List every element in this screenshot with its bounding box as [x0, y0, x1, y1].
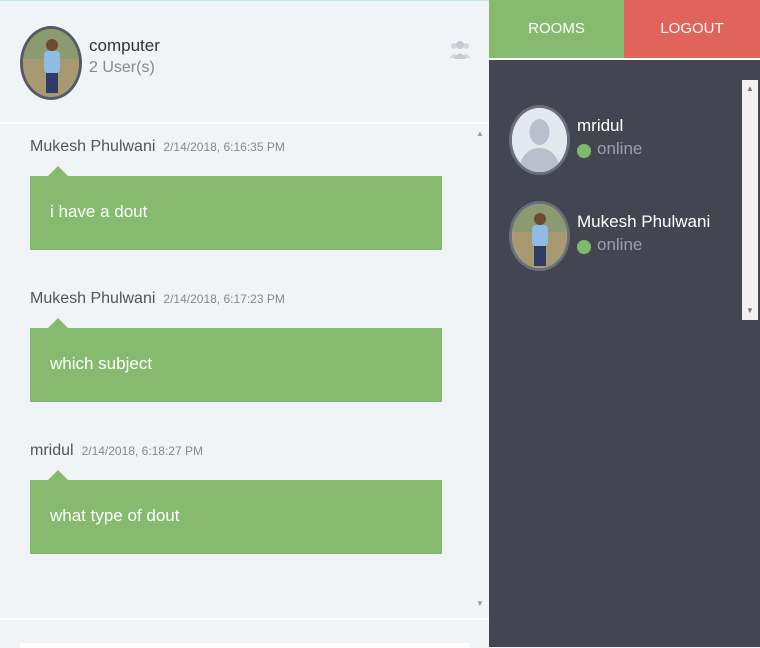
room-avatar: [20, 26, 82, 100]
user-status: online: [597, 139, 643, 158]
message-timestamp: 2/14/2018, 6:16:35 PM: [163, 140, 285, 154]
user-status: online: [597, 235, 643, 254]
message-timestamp: 2/14/2018, 6:17:23 PM: [163, 292, 285, 306]
scroll-down-arrow-icon[interactable]: ▼: [746, 306, 754, 315]
message-author: Mukesh Phulwani: [30, 138, 156, 155]
chat-panel: computer 2 User(s) ▲ Mukesh Phulwani 2/14…: [0, 0, 489, 648]
message-item: Mukesh Phulwani 2/14/2018, 6:17:23 PM whi…: [30, 290, 442, 402]
rooms-button[interactable]: ROOMS: [489, 0, 624, 58]
online-status-icon: [577, 240, 591, 254]
user-avatar: [509, 201, 570, 271]
default-avatar-icon: [509, 105, 570, 175]
user-list-scrollbar[interactable]: ▲ ▼: [742, 80, 758, 320]
message-bubble: what type of dout: [30, 470, 442, 554]
message-author: mridul: [30, 442, 74, 459]
room-name: computer: [89, 36, 160, 55]
scroll-up-arrow-icon[interactable]: ▲: [746, 84, 754, 93]
message-timestamp: 2/14/2018, 6:18:27 PM: [81, 444, 203, 458]
logout-button[interactable]: LOGOUT: [624, 0, 760, 58]
online-user-list[interactable]: mridul online Mukesh Phulwani online ▲ ▼: [489, 80, 760, 320]
group-users-icon[interactable]: [449, 38, 471, 60]
divider: [489, 58, 760, 60]
message-item: mridul 2/14/2018, 6:18:27 PM what type of…: [30, 442, 442, 554]
user-item[interactable]: mridul online: [509, 105, 734, 175]
message-list[interactable]: ▲ Mukesh Phulwani 2/14/2018, 6:16:35 PM i…: [0, 124, 489, 620]
online-status-icon: [577, 144, 591, 158]
user-name: Mukesh Phulwani: [577, 212, 711, 231]
user-item[interactable]: Mukesh Phulwani online: [509, 201, 734, 271]
message-bubble: which subject: [30, 318, 442, 402]
message-item: Mukesh Phulwani 2/14/2018, 6:16:35 PM i h…: [30, 138, 442, 250]
scroll-up-arrow-icon[interactable]: ▲: [476, 129, 484, 138]
message-input[interactable]: [20, 643, 469, 648]
user-name: mridul: [577, 116, 624, 135]
room-header: computer 2 User(s): [0, 1, 489, 124]
message-bubble: i have a dout: [30, 166, 442, 250]
message-author: Mukesh Phulwani: [30, 290, 156, 307]
room-user-count: 2 User(s): [89, 59, 155, 76]
scroll-down-arrow-icon[interactable]: ▼: [476, 599, 484, 608]
sidebar: ROOMS LOGOUT mridul online Mukesh Phulwa…: [489, 0, 760, 647]
